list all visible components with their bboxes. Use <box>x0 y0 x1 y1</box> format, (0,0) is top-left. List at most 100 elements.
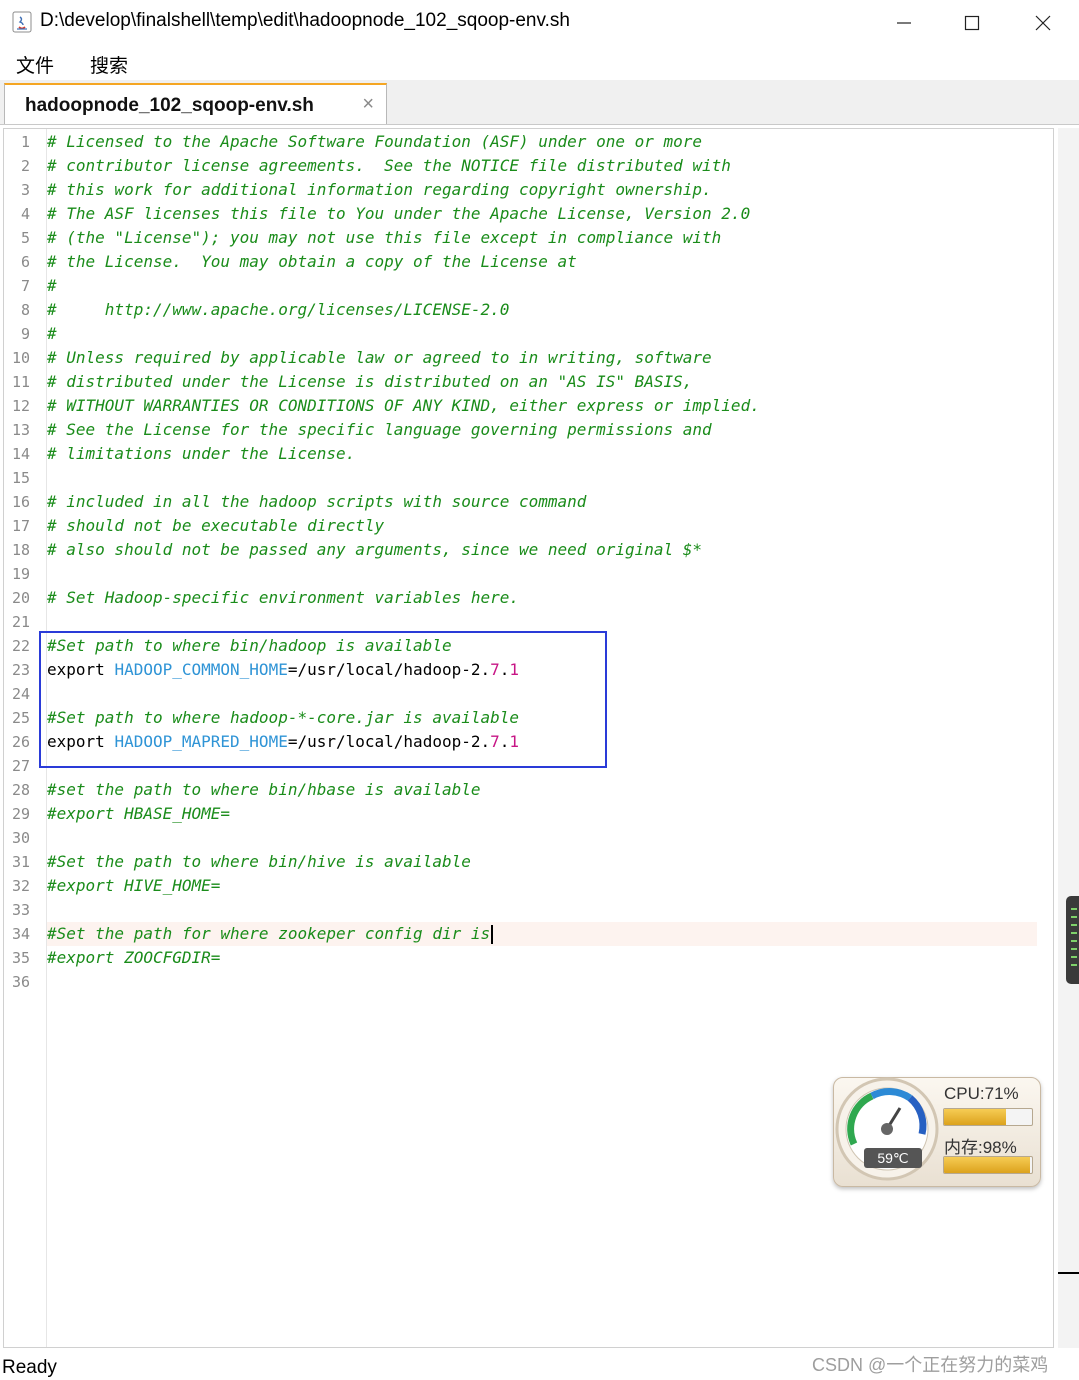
line-number: 29 <box>11 805 30 823</box>
tab-sqoop-env[interactable]: hadoopnode_102_sqoop-env.sh × <box>4 83 387 124</box>
code-line[interactable] <box>47 562 1053 586</box>
highlight-box <box>39 631 607 768</box>
close-icon <box>1035 15 1051 31</box>
temperature-readout: 59℃ <box>864 1148 922 1168</box>
menu-bar: 文件 搜索 <box>0 46 1079 81</box>
code-token: # <box>47 324 57 343</box>
watermark: CSDN @一个正在努力的菜鸡 <box>812 1355 1049 1375</box>
line-number: 12 <box>11 397 30 415</box>
java-app-icon <box>12 11 32 33</box>
code-line[interactable]: # distributed under the License is distr… <box>47 370 1053 394</box>
code-token: #Set the path to where bin/hive is avail… <box>47 852 471 871</box>
code-line[interactable]: #export HBASE_HOME= <box>47 802 1053 826</box>
code-line[interactable]: #Set the path for where zookeper config … <box>47 922 1037 946</box>
code-line[interactable]: #set the path to where bin/hbase is avai… <box>47 778 1053 802</box>
code-line[interactable]: # WITHOUT WARRANTIES OR CONDITIONS OF AN… <box>47 394 1053 418</box>
line-number: 36 <box>11 973 30 991</box>
tab-label: hadoopnode_102_sqoop-env.sh <box>25 95 314 116</box>
code-line[interactable]: # <box>47 322 1053 346</box>
line-number: 26 <box>11 733 30 751</box>
code-token: # contributor license agreements. See th… <box>47 156 731 175</box>
line-number: 21 <box>11 613 30 631</box>
line-number: 16 <box>11 493 30 511</box>
line-number: 13 <box>11 421 30 439</box>
minimize-icon <box>897 22 911 24</box>
cpu-usage-bar <box>943 1108 1033 1126</box>
line-number: 18 <box>11 541 30 559</box>
code-line[interactable]: # Licensed to the Apache Software Founda… <box>47 130 1053 154</box>
code-line[interactable] <box>47 466 1053 490</box>
code-token: # included in all the hadoop scripts wit… <box>47 492 587 511</box>
code-token: #export ZOOCFGDIR= <box>47 948 221 967</box>
line-number: 14 <box>11 445 30 463</box>
code-line[interactable]: #export HIVE_HOME= <box>47 874 1053 898</box>
code-line[interactable]: # http://www.apache.org/licenses/LICENSE… <box>47 298 1053 322</box>
code-line[interactable]: # should not be executable directly <box>47 514 1053 538</box>
line-number: 35 <box>11 949 30 967</box>
code-line[interactable]: # Set Hadoop-specific environment variab… <box>47 586 1053 610</box>
menu-file[interactable]: 文件 <box>16 51 54 78</box>
line-number: 2 <box>20 157 30 175</box>
code-line[interactable]: # contributor license agreements. See th… <box>47 154 1053 178</box>
code-line[interactable]: # included in all the hadoop scripts wit… <box>47 490 1053 514</box>
line-number: 10 <box>11 349 30 367</box>
line-number: 8 <box>20 301 30 319</box>
code-token: # also should not be passed any argument… <box>47 540 703 559</box>
maximize-icon <box>964 15 980 31</box>
line-number: 7 <box>20 277 30 295</box>
code-line[interactable]: # limitations under the License. <box>47 442 1053 466</box>
code-token: # WITHOUT WARRANTIES OR CONDITIONS OF AN… <box>47 396 760 415</box>
code-line[interactable] <box>47 826 1053 850</box>
code-token: # distributed under the License is distr… <box>47 372 693 391</box>
code-line[interactable]: # (the "License"); you may not use this … <box>47 226 1053 250</box>
code-token: # should not be executable directly <box>47 516 385 535</box>
vertical-scrollbar[interactable] <box>1058 128 1079 1348</box>
line-number: 20 <box>11 589 30 607</box>
system-monitor-widget[interactable]: 59℃ CPU:71% 内存:98% <box>833 1077 1041 1187</box>
code-token: # http://www.apache.org/licenses/LICENSE… <box>47 300 510 319</box>
code-token: # Licensed to the Apache Software Founda… <box>47 132 703 151</box>
code-token: #export HIVE_HOME= <box>47 876 221 895</box>
close-button[interactable] <box>1012 0 1074 46</box>
maximize-button[interactable] <box>941 0 1003 46</box>
line-number: 11 <box>11 373 30 391</box>
code-line[interactable]: #export ZOOCFGDIR= <box>47 946 1053 970</box>
code-token: # limitations under the License. <box>47 444 356 463</box>
code-token: # (the "License"); you may not use this … <box>47 228 722 247</box>
line-number: 28 <box>11 781 30 799</box>
line-number: 5 <box>20 229 30 247</box>
line-number: 30 <box>11 829 30 847</box>
line-number: 32 <box>11 877 30 895</box>
minimize-button[interactable] <box>873 0 935 46</box>
code-line[interactable]: # Unless required by applicable law or a… <box>47 346 1053 370</box>
line-number: 15 <box>11 469 30 487</box>
side-meter-widget[interactable] <box>1066 896 1079 984</box>
line-number: 23 <box>11 661 30 679</box>
scroll-marker <box>1058 1272 1079 1274</box>
code-line[interactable]: # also should not be passed any argument… <box>47 538 1053 562</box>
code-line[interactable]: #Set the path to where bin/hive is avail… <box>47 850 1053 874</box>
code-line[interactable]: # the License. You may obtain a copy of … <box>47 250 1053 274</box>
tab-close-icon[interactable]: × <box>362 93 374 116</box>
code-line[interactable]: # See the License for the specific langu… <box>47 418 1053 442</box>
code-token: # Unless required by applicable law or a… <box>47 348 712 367</box>
cpu-usage-fill <box>944 1109 1007 1125</box>
menu-search[interactable]: 搜索 <box>90 51 128 78</box>
code-token: # the License. You may obtain a copy of … <box>47 252 577 271</box>
memory-usage-fill <box>944 1157 1031 1173</box>
code-line[interactable]: # The ASF licenses this file to You unde… <box>47 202 1053 226</box>
code-line[interactable]: # this work for additional information r… <box>47 178 1053 202</box>
code-line[interactable]: # <box>47 274 1053 298</box>
status-text: Ready <box>2 1357 57 1378</box>
line-number: 1 <box>20 133 30 151</box>
code-line[interactable] <box>47 970 1053 994</box>
line-number: 17 <box>11 517 30 535</box>
line-number: 33 <box>11 901 30 919</box>
code-token: #Set the path for where zookeper config … <box>47 924 491 943</box>
line-number: 31 <box>11 853 30 871</box>
line-number: 4 <box>20 205 30 223</box>
window-title: D:\develop\finalshell\temp\edit\hadoopno… <box>40 10 570 31</box>
cpu-usage-label: CPU:71% <box>944 1084 1019 1103</box>
code-line[interactable] <box>47 898 1053 922</box>
line-number: 3 <box>20 181 30 199</box>
